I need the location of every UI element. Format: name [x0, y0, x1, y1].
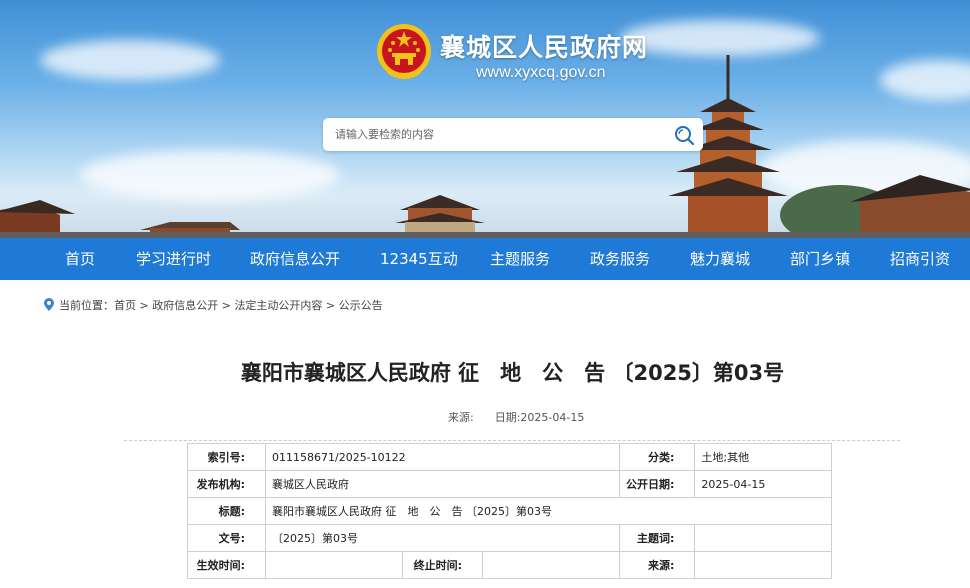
search-input[interactable]: [335, 118, 665, 151]
info-table: 索引号: 011158671/2025-10122 分类: 土地;其他 发布机构…: [187, 443, 833, 579]
article-title: 襄阳市襄城区人民政府 征 地 公 告 〔2025〕第03号: [240, 361, 785, 385]
nav-item-12345[interactable]: 12345互动: [380, 238, 458, 280]
doc-number-value: 〔2025〕第03号: [265, 524, 620, 552]
main-nav: 首页 学习进行时 政府信息公开 12345互动 主题服务 政务服务 魅力襄城 部…: [0, 238, 970, 280]
breadcrumb-separator: >: [218, 299, 235, 312]
category-label: 分类:: [618, 443, 696, 471]
nav-item-gov-info[interactable]: 政府信息公开: [250, 238, 340, 280]
table-row: 文号: 〔2025〕第03号 主题词:: [187, 524, 833, 552]
subject-label: 主题词:: [618, 524, 696, 552]
pub-date-label: 公开日期:: [618, 470, 696, 498]
nav-item-departments[interactable]: 部门乡镇: [790, 238, 850, 280]
breadcrumb: 当前位置：首页 > 政府信息公开 > 法定主动公开内容 > 公示公告: [44, 297, 383, 313]
expire-label: 终止时间:: [402, 551, 483, 579]
national-emblem-icon: [377, 24, 431, 79]
search-icon[interactable]: [673, 124, 695, 146]
source-label: 来源:: [448, 411, 474, 424]
divider: [124, 440, 900, 441]
search-box: [323, 118, 703, 151]
effective-value: [265, 551, 403, 579]
doc-number-label: 文号:: [187, 524, 266, 552]
nav-item-home[interactable]: 首页: [65, 238, 95, 280]
nav-item-study[interactable]: 学习进行时: [136, 238, 211, 280]
table-row: 索引号: 011158671/2025-10122 分类: 土地;其他: [187, 443, 833, 471]
publisher-value: 襄城区人民政府: [265, 470, 620, 498]
index-label: 索引号:: [187, 443, 266, 471]
breadcrumb-separator: >: [322, 299, 339, 312]
nav-item-gov-services[interactable]: 政务服务: [590, 238, 650, 280]
pub-date-value: 2025-04-15: [694, 470, 833, 498]
breadcrumb-separator: >: [136, 299, 153, 312]
subject-value: [694, 524, 833, 552]
nav-item-charm[interactable]: 魅力襄城: [690, 238, 750, 280]
breadcrumb-home[interactable]: 首页: [114, 299, 136, 312]
table-row: 发布机构: 襄城区人民政府 公开日期: 2025-04-15: [187, 470, 833, 498]
expire-value: [482, 551, 620, 579]
site-title: 襄城区人民政府网: [440, 33, 649, 62]
table-row: 标题: 襄阳市襄城区人民政府 征 地 公 告 〔2025〕第03号: [187, 497, 833, 525]
table-row: 生效时间: 终止时间: 来源:: [187, 551, 833, 579]
article-meta: 来源: 日期:2025-04-15: [448, 409, 584, 425]
nav-item-investment[interactable]: 招商引资: [890, 238, 950, 280]
nav-item-topic-services[interactable]: 主题服务: [490, 238, 550, 280]
effective-label: 生效时间:: [187, 551, 266, 579]
breadcrumb-prefix: 当前位置：: [59, 299, 114, 312]
date-label: 日期:: [494, 411, 521, 424]
breadcrumb-gov-info[interactable]: 政府信息公开: [152, 299, 218, 312]
breadcrumb-statutory[interactable]: 法定主动公开内容: [234, 299, 322, 312]
header-banner: 襄城区人民政府网 www.xyxcq.gov.cn: [0, 0, 970, 238]
site-url: www.xyxcq.gov.cn: [476, 64, 606, 81]
article-date: 2025-04-15: [520, 411, 585, 424]
category-value: 土地;其他: [694, 443, 833, 471]
location-pin-icon: [44, 298, 54, 311]
source-value: [694, 551, 833, 579]
publisher-label: 发布机构:: [187, 470, 266, 498]
title-label: 标题:: [187, 497, 266, 525]
breadcrumb-announcements[interactable]: 公示公告: [339, 299, 383, 312]
index-value: 011158671/2025-10122: [265, 443, 620, 471]
title-value: 襄阳市襄城区人民政府 征 地 公 告 〔2025〕第03号: [264, 497, 833, 525]
source-label-cell: 来源:: [618, 551, 696, 579]
